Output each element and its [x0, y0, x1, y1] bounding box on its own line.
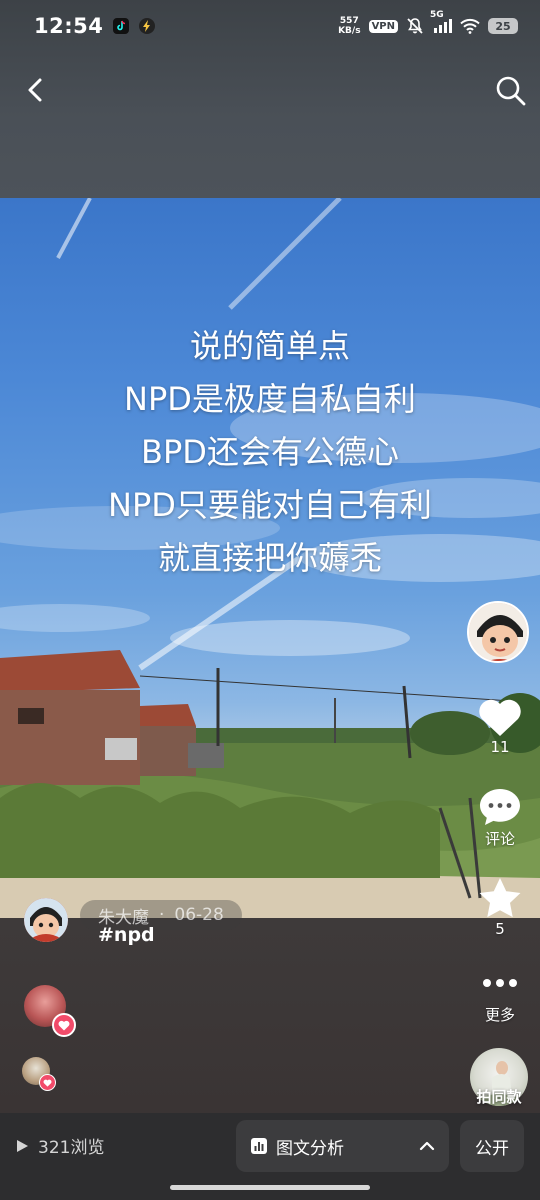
mute-icon — [407, 18, 423, 34]
more-label: 更多 — [484, 1006, 515, 1024]
caption-line: BPD还会有公德心 — [141, 433, 399, 471]
vpn-badge: VPN — [368, 19, 398, 33]
heart-badge-icon — [52, 1013, 76, 1037]
analysis-button[interactable]: 图文分析 — [236, 1120, 449, 1172]
creator-avatar[interactable] — [467, 601, 529, 663]
battery-indicator: 25 — [488, 18, 518, 34]
post-image[interactable]: 说的简单点 NPD是极度自私自利 BPD还会有公德心 NPD只要能对自己有利 就… — [0, 198, 540, 918]
tiktok-icon — [113, 18, 130, 34]
favorite-button[interactable]: 5 — [468, 876, 532, 938]
chevron-up-icon — [419, 1141, 435, 1151]
status-time: 12:54 — [34, 14, 104, 38]
caption-line: 说的简单点 — [189, 327, 350, 365]
favorite-count: 5 — [495, 920, 505, 938]
more-button[interactable]: 更多 — [468, 972, 532, 1025]
meta-separator: · — [159, 905, 165, 925]
star-icon — [479, 878, 521, 918]
wifi-icon — [460, 18, 480, 34]
comment-button[interactable]: 评论 — [468, 786, 532, 849]
heart-icon — [479, 699, 521, 736]
comment-label: 评论 — [484, 830, 515, 848]
view-count: 321浏览 — [14, 1133, 104, 1158]
like-count: 11 — [490, 738, 510, 756]
network-speed: 557 KB/s — [338, 16, 361, 36]
back-chevron-icon[interactable] — [20, 72, 56, 108]
lightning-icon — [139, 18, 156, 34]
status-bar: 12:54 557 KB/s VPN 5G 25 — [0, 0, 540, 52]
caption-line: 就直接把你薅秃 — [157, 539, 382, 577]
view-count-label: 321浏览 — [38, 1138, 105, 1158]
caption-line: NPD只要能对自己有利 — [108, 486, 432, 524]
like-button[interactable]: 11 — [468, 698, 532, 756]
caption-line: NPD是极度自私自利 — [124, 380, 416, 418]
heart-badge-icon — [39, 1074, 56, 1091]
signal-icon: 5G — [430, 10, 452, 34]
visibility-button[interactable]: 公开 — [460, 1120, 524, 1172]
author-avatar[interactable] — [24, 898, 68, 942]
home-indicator[interactable] — [170, 1185, 370, 1190]
search-icon[interactable] — [492, 72, 530, 110]
comment-bubble-icon — [480, 789, 520, 825]
hashtag-link[interactable]: #npd — [98, 924, 155, 946]
post-caption-overlay: 说的简单点 NPD是极度自私自利 BPD还会有公德心 NPD只要能对自己有利 就… — [0, 320, 540, 585]
analysis-label: 图文分析 — [276, 1138, 344, 1159]
same-style-label[interactable]: 拍同款 — [468, 1086, 530, 1107]
post-info-background — [0, 918, 540, 1113]
play-icon — [17, 1139, 28, 1152]
visibility-label: 公开 — [475, 1138, 509, 1159]
post-date: 06-28 — [174, 905, 224, 925]
more-dots-icon — [483, 979, 517, 987]
bar-chart-icon — [251, 1138, 267, 1154]
